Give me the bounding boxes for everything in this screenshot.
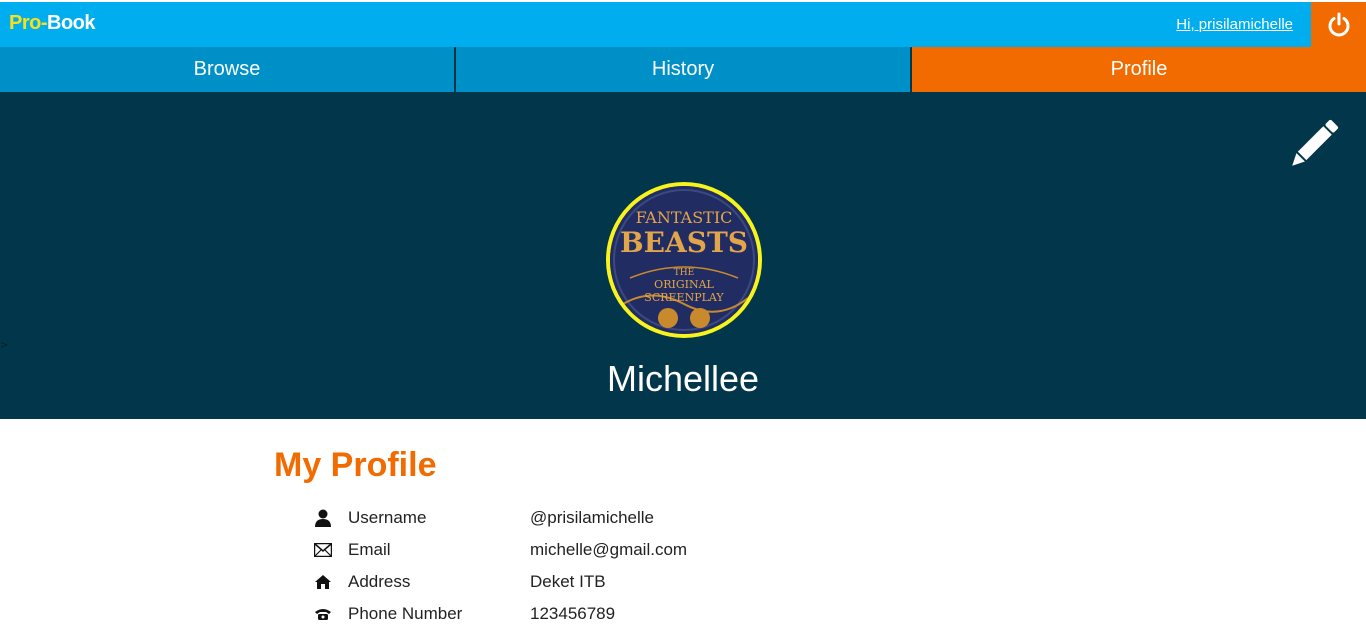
tab-history[interactable]: History — [456, 47, 912, 92]
logo-pro: Pro — [9, 12, 41, 34]
info-value: Deket ITB — [530, 572, 606, 591]
avatar: FANTASTIC BEASTS THE ORIGINAL SCREENPLAY — [606, 182, 762, 338]
avatar-title-2: BEASTS — [619, 226, 748, 259]
pencil-icon — [1292, 119, 1339, 166]
profile-hero: > FANTASTIC BEASTS THE ORIGINAL SCREENPL… — [0, 92, 1366, 419]
phone-icon — [314, 607, 348, 621]
edit-profile-button[interactable] — [1282, 116, 1342, 176]
user-icon — [314, 509, 348, 527]
logo-book: Book — [47, 12, 96, 34]
stray-character: > — [0, 340, 9, 351]
profile-display-name: Michellee — [606, 358, 760, 399]
avatar-title-1: FANTASTIC — [635, 208, 733, 227]
info-label: Username — [348, 508, 427, 527]
avatar-title-5: SCREENPLAY — [644, 291, 724, 304]
info-label: Address — [348, 572, 411, 591]
home-icon — [314, 574, 348, 590]
info-label: Email — [348, 540, 391, 559]
power-icon — [1328, 12, 1349, 36]
info-row-address: Address Deket ITB — [314, 568, 606, 596]
main-nav: Browse History Profile — [0, 47, 1366, 92]
envelope-icon — [314, 543, 348, 557]
info-row-email: Email michelle@gmail.com — [314, 536, 687, 564]
info-value: @prisilamichelle — [530, 508, 655, 527]
section-title: My Profile — [274, 446, 437, 484]
user-greeting-link[interactable]: Hi, prisilamichelle — [1176, 16, 1293, 33]
info-value: michelle@gmail.com — [530, 540, 688, 559]
info-row-phone: Phone Number 123456789 — [314, 600, 615, 628]
app-logo[interactable]: Pro-Book — [9, 12, 96, 35]
top-bar: Pro-Book Hi, prisilamichelle — [0, 2, 1366, 47]
info-label: Phone Number — [348, 604, 463, 623]
tab-profile[interactable]: Profile — [912, 47, 1366, 92]
info-value: 123456789 — [530, 604, 616, 623]
avatar-title-3: THE — [673, 268, 695, 278]
avatar-title-4: ORIGINAL — [654, 278, 714, 291]
logout-button[interactable] — [1311, 2, 1366, 47]
info-row-username: Username @prisilamichelle — [314, 504, 654, 532]
tab-browse[interactable]: Browse — [0, 47, 456, 92]
